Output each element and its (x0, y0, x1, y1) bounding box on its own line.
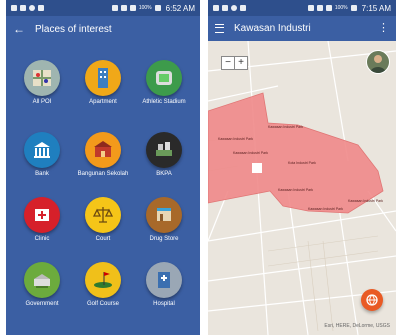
zoom-out-button[interactable]: − (222, 57, 234, 69)
poi-item-bkpa[interactable]: BKPA (134, 132, 194, 178)
poi-label: Bangunan Sekolah (77, 171, 129, 177)
poi-item-clinic[interactable]: Clinic (12, 197, 72, 243)
poi-label: BKPA (156, 171, 172, 177)
poi-item-bangunan-sekolah[interactable]: Bangunan Sekolah (73, 132, 133, 178)
poi-grid: All POI Apartment Athletic Stadium Bank (6, 42, 200, 335)
poi-item-all-poi[interactable]: All POI (12, 60, 72, 106)
battery-icon (154, 5, 161, 11)
avatar[interactable] (366, 50, 390, 74)
globe-icon (366, 294, 378, 306)
poi-label: Golf Course (86, 301, 119, 307)
back-arrow-icon[interactable]: ← (13, 23, 25, 35)
notification-icon (231, 5, 237, 11)
drug-store-icon (146, 197, 182, 233)
poi-label: Athletic Stadium (142, 99, 186, 105)
clinic-icon (24, 197, 60, 233)
poi-item-government[interactable]: Government (12, 262, 72, 308)
map-label: Kawasan Industri Park (308, 207, 344, 211)
notification-icon (20, 5, 26, 11)
map-label: Kawasan Industri Park (278, 188, 314, 192)
school-building-icon (85, 132, 121, 168)
poi-label: Drug Store (149, 236, 179, 242)
signal-icon (129, 5, 136, 11)
status-bar: 100% 6:52 AM (6, 0, 200, 16)
app-bar: ← Places of interest (6, 16, 200, 42)
zoom-in-button[interactable]: + (234, 57, 247, 69)
map-block (252, 163, 262, 173)
poi-label: Hospital (153, 301, 175, 307)
page-title: Places of interest (35, 23, 112, 35)
signal-icon (325, 5, 332, 11)
poi-item-drug-store[interactable]: Drug Store (134, 197, 194, 243)
wifi-icon (120, 5, 127, 11)
battery-percent: 100% (138, 5, 152, 11)
notification-icon (11, 5, 17, 11)
notification-icon (240, 5, 246, 11)
battery-percent: 100% (334, 5, 348, 11)
poi-item-court[interactable]: Court (73, 197, 133, 243)
map-label: Kawasan Industri Park (233, 151, 269, 155)
poi-screen: 100% 6:52 AM ← Places of interest All PO… (6, 0, 200, 335)
notification-icon (222, 5, 228, 11)
city-block-icon (146, 132, 182, 168)
poi-label: Court (95, 236, 111, 242)
bluetooth-icon (307, 5, 314, 11)
poi-label: All POI (32, 99, 52, 105)
poi-label: Government (25, 301, 59, 307)
map-screen: 100% 7:15 AM Kawasan Industri ⋮ Kawasan … (208, 0, 396, 335)
notification-icon (29, 5, 35, 11)
poi-label: Clinic (34, 236, 50, 242)
wifi-icon (316, 5, 323, 11)
battery-icon (350, 5, 357, 11)
court-scale-icon (85, 197, 121, 233)
poi-label: Bank (35, 171, 49, 177)
map-label: Kota Industri Park (288, 161, 316, 165)
poi-item-golf-course[interactable]: Golf Course (73, 262, 133, 308)
stadium-icon (146, 60, 182, 96)
government-icon (24, 262, 60, 298)
notification-icon (38, 5, 44, 11)
map-grid-icon (24, 60, 60, 96)
map-label: Kawasan Industri Park (268, 125, 304, 129)
poi-item-bank[interactable]: Bank (12, 132, 72, 178)
golf-icon (85, 262, 121, 298)
poi-item-hospital[interactable]: Hospital (134, 262, 194, 308)
status-bar: 100% 7:15 AM (208, 0, 396, 16)
hospital-icon (146, 262, 182, 298)
status-time: 6:52 AM (165, 3, 195, 13)
status-time: 7:15 AM (361, 3, 391, 13)
app-bar: Kawasan Industri ⋮ (208, 16, 396, 41)
locate-fab[interactable] (361, 289, 383, 311)
bank-icon (24, 132, 60, 168)
building-icon (85, 60, 121, 96)
map-attribution: Esri, HERE, DeLorme, USGS (324, 323, 390, 329)
map-label: Kawasan Industri Park (218, 137, 254, 141)
page-title: Kawasan Industri (234, 23, 311, 34)
poi-item-athletic-stadium[interactable]: Athletic Stadium (134, 60, 194, 106)
map-label: Kawasan Industri Park (348, 199, 384, 203)
overflow-menu-icon[interactable]: ⋮ (378, 23, 389, 34)
poi-label: Apartment (89, 99, 117, 105)
map-view[interactable]: Kawasan Industri Park Kawasan Industri P… (208, 41, 396, 335)
bluetooth-icon (111, 5, 118, 11)
poi-item-apartment[interactable]: Apartment (73, 60, 133, 106)
menu-icon[interactable] (215, 24, 224, 33)
zoom-control: − + (221, 56, 248, 70)
notification-icon (213, 5, 219, 11)
